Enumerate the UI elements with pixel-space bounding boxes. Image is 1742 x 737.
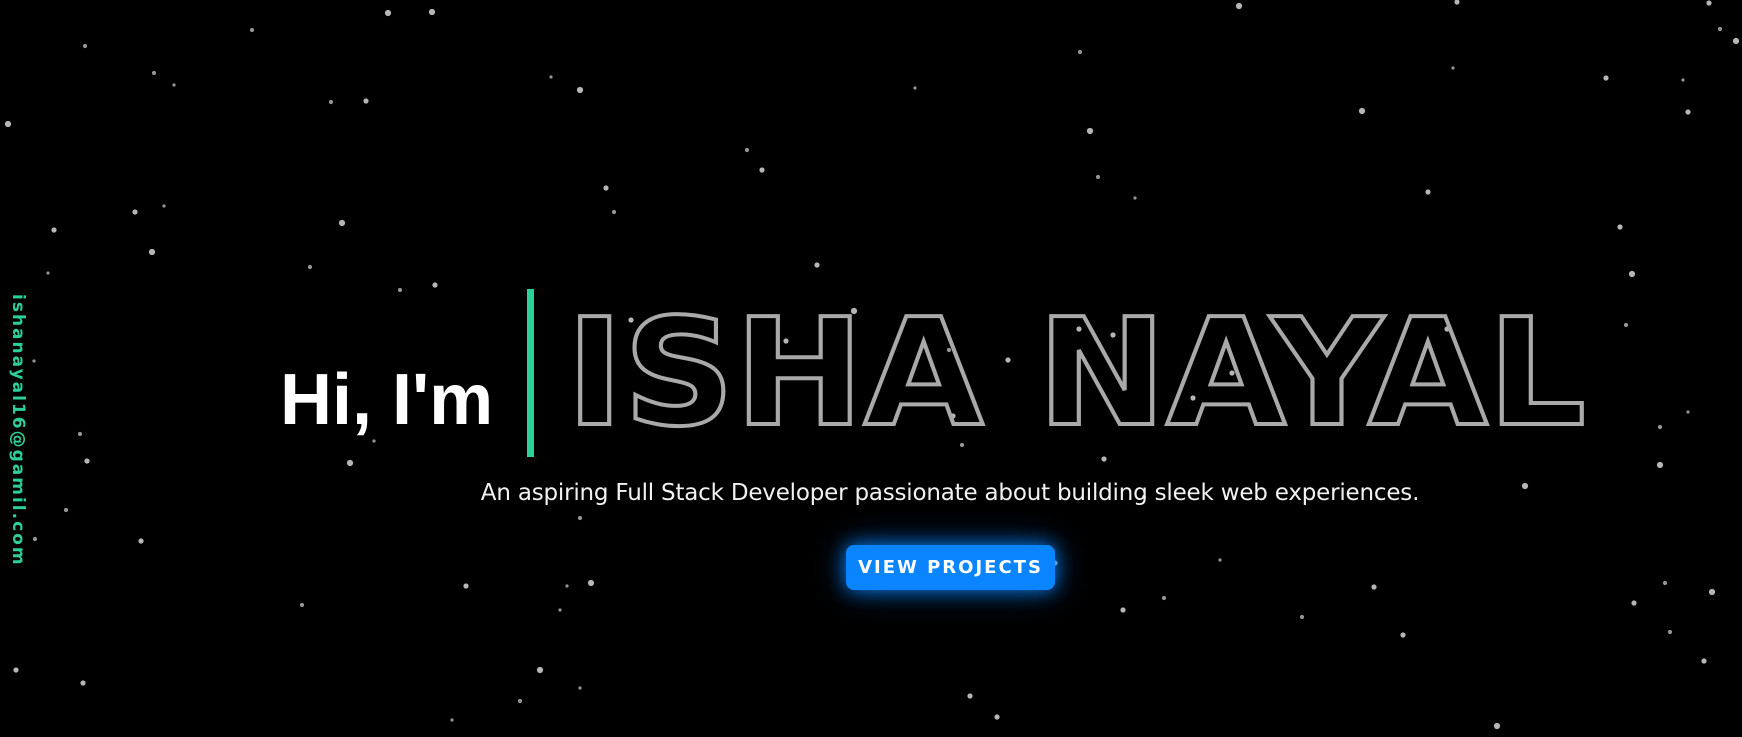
hero-greeting: Hi, I'm xyxy=(280,360,494,440)
hero-section: Hi, I'm ISHA NAYAL An aspiring Full Stac… xyxy=(0,0,1742,737)
hero-tagline: An aspiring Full Stack Developer passion… xyxy=(480,480,1420,506)
hero-name: ISHA NAYAL xyxy=(564,285,1594,461)
view-projects-button[interactable]: VIEW PROJECTS xyxy=(846,545,1055,590)
accent-divider xyxy=(527,289,534,457)
hero-name-text: ISHA NAYAL xyxy=(566,300,1586,440)
portfolio-page: ishanayal16@gamil.com Hi, I'm ISHA NAYAL… xyxy=(0,0,1742,737)
